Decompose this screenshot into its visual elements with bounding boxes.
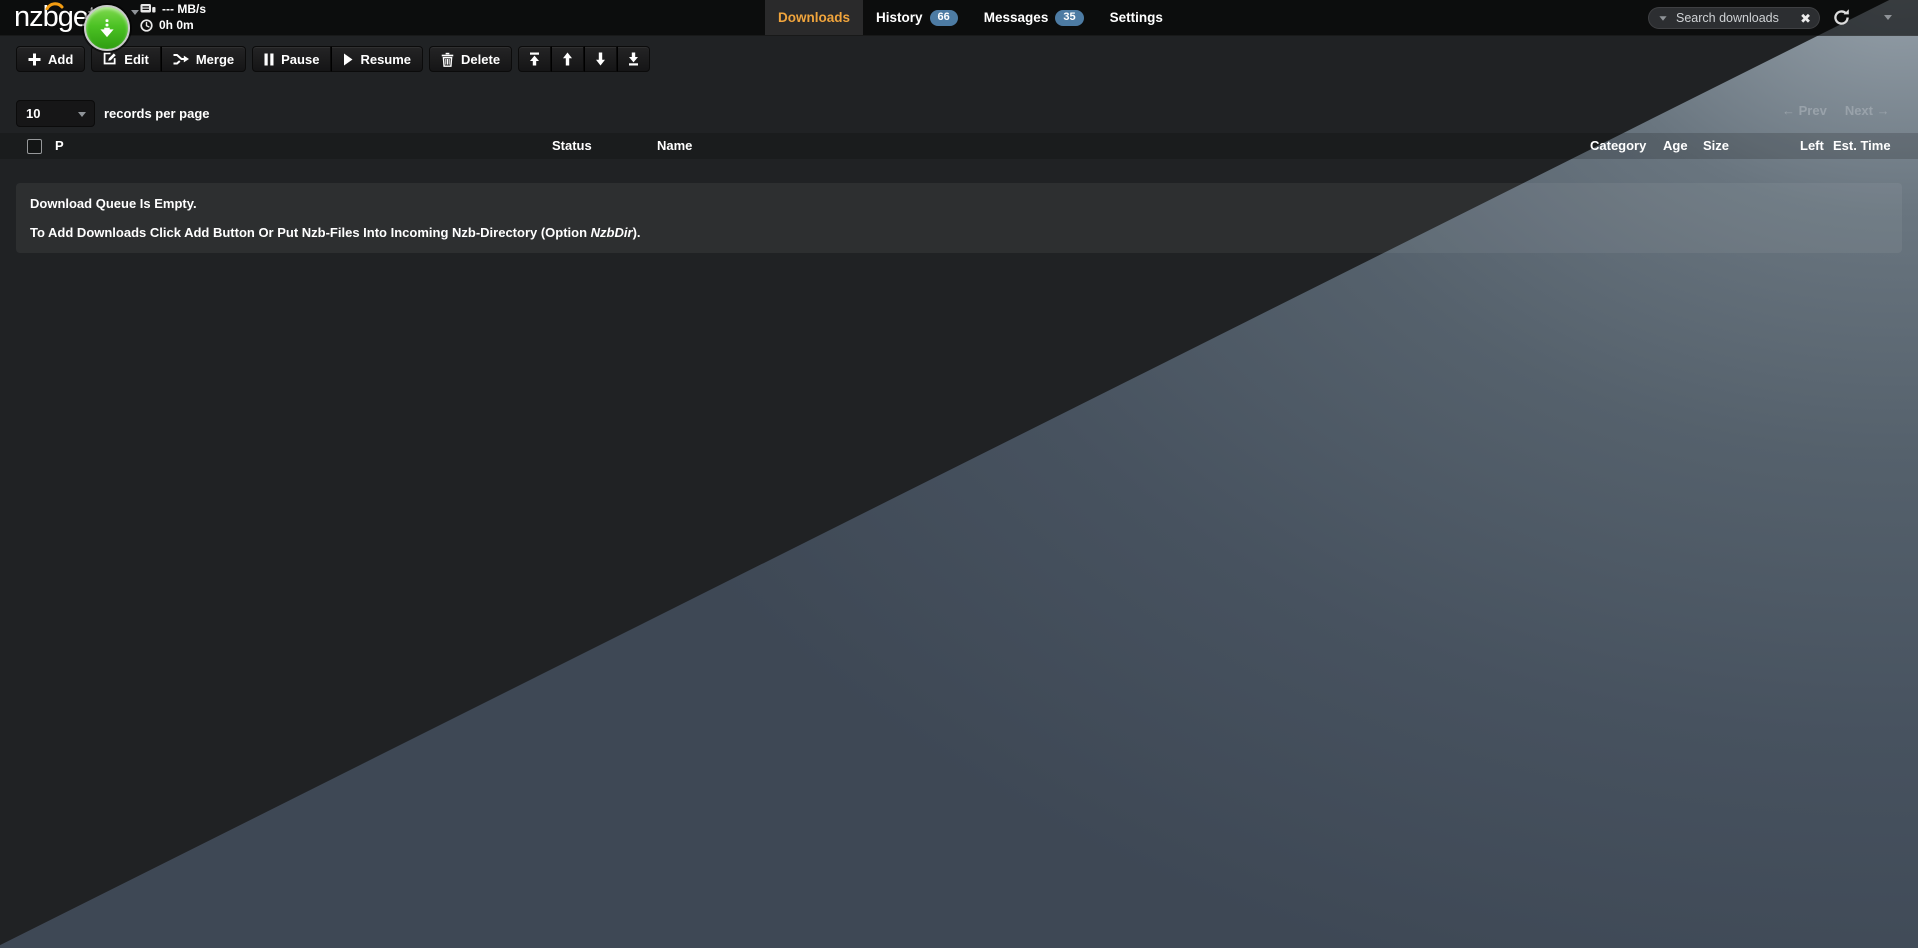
records-per-page-label: records per page xyxy=(104,106,210,121)
pause-button-label: Pause xyxy=(281,52,319,67)
play-pause-download-button[interactable] xyxy=(84,5,130,51)
merge-button[interactable]: Merge xyxy=(161,46,246,72)
queue-table-header: P Status Name Category Age Size Left Est… xyxy=(0,133,1918,159)
navbar-menu-caret-icon[interactable] xyxy=(1884,15,1892,20)
top-navbar: nzbget --- MB/s xyxy=(0,0,1918,36)
tab-messages-label: Messages xyxy=(984,10,1049,25)
time-status: 0h 0m xyxy=(140,18,194,32)
search-input[interactable] xyxy=(1674,10,1800,26)
arrow-down-icon xyxy=(594,52,607,66)
pencil-square-icon xyxy=(103,52,117,66)
add-button-label: Add xyxy=(48,52,73,67)
select-all-checkbox[interactable] xyxy=(27,139,42,154)
next-page-button[interactable]: Next → xyxy=(1845,103,1890,118)
empty-queue-option-name: NzbDir xyxy=(591,225,633,240)
column-priority: P xyxy=(55,133,64,159)
column-status: Status xyxy=(552,133,592,159)
speed-value: --- MB/s xyxy=(162,2,206,16)
empty-queue-panel: Download Queue Is Empty. To Add Download… xyxy=(16,183,1902,253)
add-button[interactable]: Add xyxy=(16,46,85,72)
nav-tabs: Downloads History 66 Messages 35 Setting… xyxy=(765,0,1176,35)
records-per-page-select[interactable]: 10 xyxy=(16,100,95,127)
search-options-caret-icon[interactable] xyxy=(1659,16,1666,21)
arrow-to-top-icon xyxy=(528,52,541,66)
time-value: 0h 0m xyxy=(159,18,194,32)
search-clear-icon[interactable]: ✖ xyxy=(1800,12,1811,25)
resume-button-label: Resume xyxy=(360,52,411,67)
nzbget-app: nzbget --- MB/s xyxy=(0,0,1918,948)
column-left: Left xyxy=(1800,133,1824,159)
move-up-button[interactable] xyxy=(551,46,584,72)
empty-queue-title: Download Queue Is Empty. xyxy=(30,196,1888,211)
edit-button-label: Edit xyxy=(124,52,149,67)
tab-settings[interactable]: Settings xyxy=(1097,0,1176,35)
arrow-to-bottom-icon xyxy=(627,52,640,66)
download-button-caret-icon[interactable] xyxy=(131,10,139,15)
resume-button[interactable]: Resume xyxy=(331,46,423,72)
empty-queue-message: To Add Downloads Click Add Button Or Put… xyxy=(30,225,1888,240)
download-arrow-icon xyxy=(96,16,118,40)
merge-arrows-icon xyxy=(173,52,189,66)
records-per-page-value: 10 xyxy=(26,106,40,121)
column-est-time: Est. Time xyxy=(1833,133,1891,159)
plus-icon xyxy=(28,53,41,66)
empty-queue-message-suffix: ). xyxy=(633,225,641,240)
empty-queue-message-text: To Add Downloads Click Add Button Or Put… xyxy=(30,225,591,240)
play-icon xyxy=(343,53,353,66)
tab-history-label: History xyxy=(876,10,923,25)
column-category: Category xyxy=(1590,133,1646,159)
clock-icon xyxy=(140,19,153,32)
tab-history[interactable]: History 66 xyxy=(863,0,971,35)
pause-button[interactable]: Pause xyxy=(252,46,331,72)
app-logo: nzbget xyxy=(14,0,95,35)
speed-status: --- MB/s xyxy=(140,2,206,16)
delete-button[interactable]: Delete xyxy=(429,46,512,72)
prev-page-button[interactable]: ← Prev xyxy=(1782,103,1827,118)
speed-icon xyxy=(140,3,156,15)
move-bottom-button[interactable] xyxy=(617,46,650,72)
move-top-button[interactable] xyxy=(518,46,551,72)
messages-count-badge: 35 xyxy=(1055,10,1083,26)
column-age: Age xyxy=(1663,133,1688,159)
move-down-button[interactable] xyxy=(584,46,617,72)
search-box: ✖ xyxy=(1648,7,1820,29)
trash-icon xyxy=(441,52,454,67)
merge-button-label: Merge xyxy=(196,52,234,67)
history-count-badge: 66 xyxy=(930,10,958,26)
refresh-icon[interactable] xyxy=(1832,8,1851,27)
column-size: Size xyxy=(1703,133,1729,159)
tab-downloads-label: Downloads xyxy=(778,10,850,25)
tab-settings-label: Settings xyxy=(1110,10,1163,25)
pagination: ← Prev Next → xyxy=(1782,103,1890,118)
column-name: Name xyxy=(657,133,692,159)
arrow-up-icon xyxy=(561,52,574,66)
tab-messages[interactable]: Messages 35 xyxy=(971,0,1097,35)
records-select-caret-icon xyxy=(78,112,86,117)
pause-icon xyxy=(264,53,274,66)
delete-button-label: Delete xyxy=(461,52,500,67)
logo-arc-icon xyxy=(45,0,64,10)
tab-downloads[interactable]: Downloads xyxy=(765,0,863,35)
